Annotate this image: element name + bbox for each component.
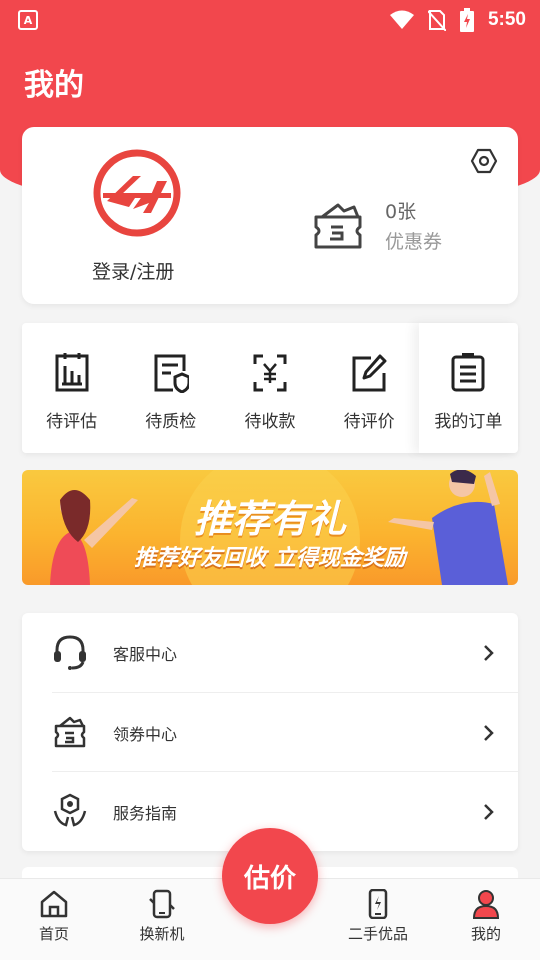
coupon-label[interactable]: 优惠券 <box>385 227 442 254</box>
nav-used-goods[interactable]: 二手优品 <box>338 889 418 944</box>
no-sim-icon <box>427 10 446 31</box>
nav-trade-in[interactable]: 换新机 <box>122 889 202 944</box>
service-menu: 客服中心 领券中心 服务指南 <box>22 613 518 851</box>
menu-item-customer-service[interactable]: 客服中心 <box>22 613 518 692</box>
review-icon <box>352 354 387 392</box>
order-label: 待评价 <box>343 412 395 432</box>
chevron-right-icon <box>484 803 494 820</box>
order-label: 我的订单 <box>434 412 503 432</box>
referral-banner[interactable]: 推荐有礼 推荐好友回收 立得现金奖励 <box>22 470 518 585</box>
order-pending-inspection[interactable]: 待质检 <box>121 323 220 453</box>
banner-title: 推荐有礼 <box>193 497 346 541</box>
settings-icon[interactable] <box>470 147 498 175</box>
nav-home[interactable]: 首页 <box>14 889 94 944</box>
wallet-icon <box>54 716 86 748</box>
battery-charging-icon <box>459 8 474 32</box>
menu-label: 领券中心 <box>113 724 178 744</box>
order-label: 待质检 <box>145 412 197 432</box>
coupon-count[interactable]: 0张 <box>385 197 416 224</box>
phone-icon <box>368 889 388 919</box>
profile-card: 登录/注册 0张 优惠券 <box>22 127 518 304</box>
report-icon <box>55 353 89 392</box>
nav-label: 首页 <box>38 925 69 943</box>
order-pending-review[interactable]: 待评价 <box>320 323 419 453</box>
swap-phone-icon <box>149 889 175 919</box>
avatar-logo-icon[interactable] <box>93 149 181 237</box>
user-icon <box>472 890 500 919</box>
chevron-right-icon <box>484 644 494 661</box>
status-time: 5:50 <box>487 9 526 30</box>
home-icon <box>40 890 68 918</box>
order-status-bar: 待评估 待质检 待收款 待评价 我的订单 <box>22 323 518 453</box>
menu-label: 客服中心 <box>113 644 178 664</box>
my-orders[interactable]: 我的订单 <box>419 323 518 453</box>
coupon-wallet-icon[interactable] <box>310 197 366 253</box>
headset-icon <box>54 635 86 670</box>
status-bar: A 5:50 <box>0 0 540 40</box>
valuation-button[interactable]: 估价 <box>222 828 318 924</box>
menu-label: 服务指南 <box>113 803 178 823</box>
menu-item-coupon-center[interactable]: 领券中心 <box>22 693 518 772</box>
order-label: 待收款 <box>244 412 296 432</box>
app-notification-icon: A <box>18 10 38 30</box>
banner-subtitle: 推荐好友回收 立得现金奖励 <box>134 546 406 571</box>
chevron-right-icon <box>484 724 494 741</box>
guide-icon <box>53 793 87 827</box>
order-label: 待评估 <box>46 412 98 432</box>
wifi-icon <box>389 10 414 29</box>
nav-label: 换新机 <box>139 925 185 943</box>
orders-icon <box>451 353 485 392</box>
payment-icon <box>253 354 287 392</box>
login-register-link[interactable]: 登录/注册 <box>92 257 174 284</box>
order-pending-payment[interactable]: 待收款 <box>220 323 319 453</box>
nav-label: 二手优品 <box>347 925 408 943</box>
page-title: 我的 <box>24 68 84 103</box>
inspect-icon <box>154 354 189 393</box>
nav-label: 我的 <box>470 925 501 943</box>
order-pending-evaluation[interactable]: 待评估 <box>22 323 121 453</box>
nav-mine[interactable]: 我的 <box>446 889 526 944</box>
